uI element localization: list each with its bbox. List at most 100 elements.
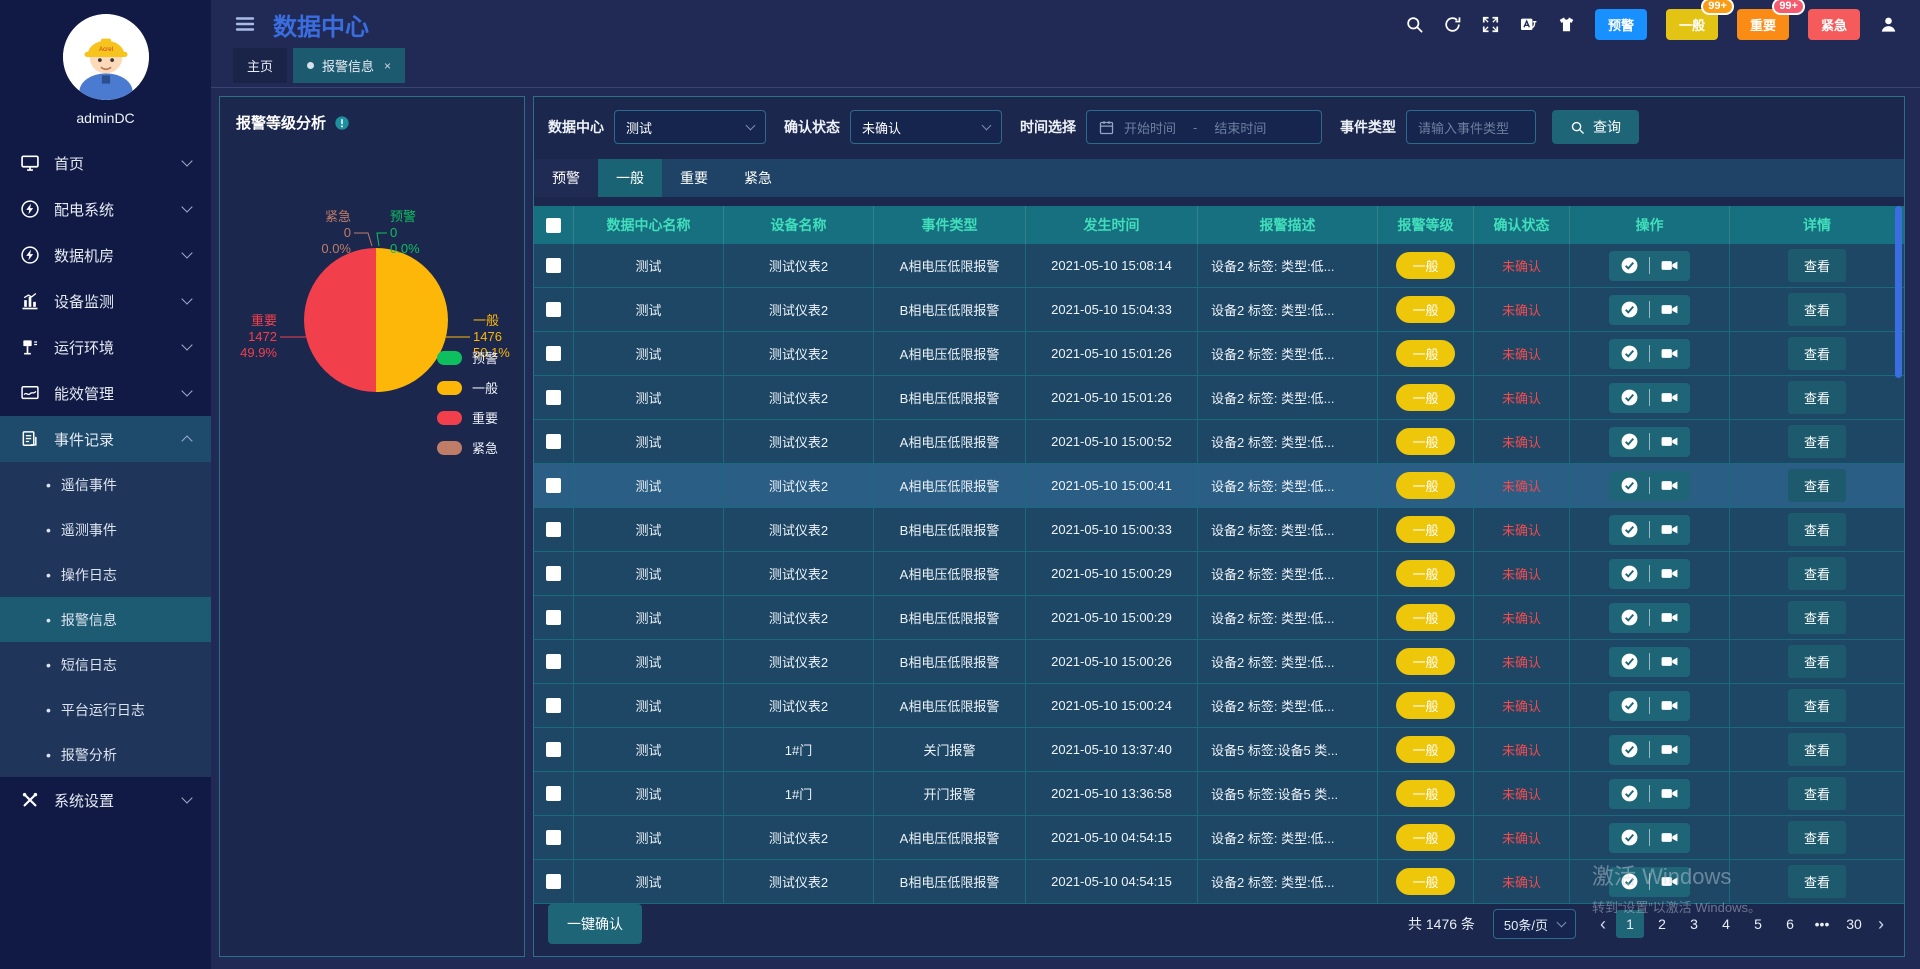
row-checkbox[interactable] [546,874,561,889]
sidebar-subitem[interactable]: •平台运行日志 [0,687,211,732]
view-button[interactable]: 查看 [1788,293,1846,326]
view-button[interactable]: 查看 [1788,601,1846,634]
camera-icon[interactable] [1660,256,1679,275]
table-row[interactable]: 测试测试仪表2A相电压低限报警2021-05-10 15:01:26设备2 标签… [534,332,1904,376]
close-icon[interactable]: × [384,59,391,73]
confirm-check-icon[interactable] [1620,564,1639,583]
page-number[interactable]: 4 [1712,910,1740,938]
page-number[interactable]: 5 [1744,910,1772,938]
table-row[interactable]: 测试测试仪表2B相电压低限报警2021-05-10 15:00:26设备2 标签… [534,640,1904,684]
row-checkbox[interactable] [546,302,561,317]
row-checkbox[interactable] [546,742,561,757]
page-number[interactable]: 6 [1776,910,1804,938]
alarm-tab[interactable]: 紧急 [726,159,790,197]
sidebar-item[interactable]: 配电系统 [0,186,211,232]
table-row[interactable]: 测试测试仪表2B相电压低限报警2021-05-10 15:01:26设备2 标签… [534,376,1904,420]
view-button[interactable]: 查看 [1788,249,1846,282]
camera-icon[interactable] [1660,520,1679,539]
page-number[interactable]: 30 [1840,910,1868,938]
view-button[interactable]: 查看 [1788,469,1846,502]
confirm-check-icon[interactable] [1620,476,1639,495]
page-number[interactable]: 3 [1680,910,1708,938]
info-icon[interactable] [334,115,350,131]
row-checkbox[interactable] [546,830,561,845]
table-row[interactable]: 测试测试仪表2B相电压低限报警2021-05-10 15:00:29设备2 标签… [534,596,1904,640]
sidebar-item[interactable]: 数据机房 [0,232,211,278]
view-button[interactable]: 查看 [1788,689,1846,722]
table-row[interactable]: 测试测试仪表2B相电压低限报警2021-05-10 04:54:15设备2 标签… [534,860,1904,904]
table-row[interactable]: 测试1#门开门报警2021-05-10 13:36:58设备5 标签:设备5 类… [534,772,1904,816]
tab-home[interactable]: 主页 [233,48,287,83]
camera-icon[interactable] [1660,696,1679,715]
date-range-picker[interactable]: 开始时间 - 结束时间 [1086,110,1322,144]
sidebar-item[interactable]: 首页 [0,140,211,186]
confirm-check-icon[interactable] [1620,344,1639,363]
camera-icon[interactable] [1660,740,1679,759]
confirm-all-button[interactable]: 一键确认 [548,904,642,944]
confirm-check-icon[interactable] [1620,696,1639,715]
view-button[interactable]: 查看 [1788,425,1846,458]
view-button[interactable]: 查看 [1788,865,1846,898]
view-button[interactable]: 查看 [1788,777,1846,810]
view-button[interactable]: 查看 [1788,513,1846,546]
confirm-check-icon[interactable] [1620,608,1639,627]
page-number[interactable]: 1 [1616,910,1644,938]
next-page-arrow[interactable]: › [1872,914,1890,935]
table-row[interactable]: 测试测试仪表2A相电压低限报警2021-05-10 15:00:52设备2 标签… [534,420,1904,464]
camera-icon[interactable] [1660,652,1679,671]
sidebar-subitem[interactable]: •遥测事件 [0,507,211,552]
table-scrollbar[interactable] [1895,206,1902,378]
sidebar-item[interactable]: 能效管理 [0,370,211,416]
dc-select[interactable]: 测试 [614,110,766,144]
page-size-select[interactable]: 50条/页 [1493,909,1576,939]
alarm-tab[interactable]: 预警 [534,159,598,197]
view-button[interactable]: 查看 [1788,733,1846,766]
camera-icon[interactable] [1660,608,1679,627]
status-select[interactable]: 未确认 [850,110,1002,144]
row-checkbox[interactable] [546,610,561,625]
view-button[interactable]: 查看 [1788,337,1846,370]
hamburger-icon[interactable] [233,12,257,36]
row-checkbox[interactable] [546,434,561,449]
camera-icon[interactable] [1660,872,1679,891]
sidebar-item[interactable]: 运行环境 [0,324,211,370]
row-checkbox[interactable] [546,522,561,537]
table-row[interactable]: 测试测试仪表2A相电压低限报警2021-05-10 04:54:15设备2 标签… [534,816,1904,860]
confirm-check-icon[interactable] [1620,300,1639,319]
camera-icon[interactable] [1660,300,1679,319]
row-checkbox[interactable] [546,258,561,273]
table-row[interactable]: 测试测试仪表2A相电压低限报警2021-05-10 15:00:24设备2 标签… [534,684,1904,728]
event-type-input[interactable]: 请输入事件类型 [1406,110,1536,144]
table-row[interactable]: 测试测试仪表2B相电压低限报警2021-05-10 15:00:33设备2 标签… [534,508,1904,552]
alarm-tab[interactable]: 一般 [598,159,662,197]
alarm-badge[interactable]: 重要99+ [1737,9,1789,40]
confirm-check-icon[interactable] [1620,652,1639,671]
confirm-check-icon[interactable] [1620,256,1639,275]
table-row[interactable]: 测试测试仪表2A相电压低限报警2021-05-10 15:08:14设备2 标签… [534,244,1904,288]
theme-icon[interactable] [1557,15,1576,34]
confirm-check-icon[interactable] [1620,388,1639,407]
legend-item[interactable]: 紧急 [437,438,498,457]
row-checkbox[interactable] [546,390,561,405]
view-button[interactable]: 查看 [1788,381,1846,414]
sidebar-subitem[interactable]: •遥信事件 [0,462,211,507]
camera-icon[interactable] [1660,432,1679,451]
sidebar-subitem[interactable]: •报警分析 [0,732,211,777]
view-button[interactable]: 查看 [1788,821,1846,854]
sidebar-subitem[interactable]: •操作日志 [0,552,211,597]
page-ellipsis[interactable]: ••• [1808,910,1836,938]
user-icon[interactable] [1879,15,1898,34]
sidebar-item[interactable]: 设备监测 [0,278,211,324]
row-checkbox[interactable] [546,478,561,493]
confirm-check-icon[interactable] [1620,740,1639,759]
pie-slice-important[interactable] [304,248,376,392]
select-all-checkbox[interactable] [546,218,561,233]
camera-icon[interactable] [1660,784,1679,803]
confirm-check-icon[interactable] [1620,784,1639,803]
sidebar-item[interactable]: 系统设置 [0,777,211,823]
confirm-check-icon[interactable] [1620,432,1639,451]
refresh-icon[interactable] [1443,15,1462,34]
legend-item[interactable]: 预警 [437,348,498,367]
row-checkbox[interactable] [546,698,561,713]
confirm-check-icon[interactable] [1620,520,1639,539]
